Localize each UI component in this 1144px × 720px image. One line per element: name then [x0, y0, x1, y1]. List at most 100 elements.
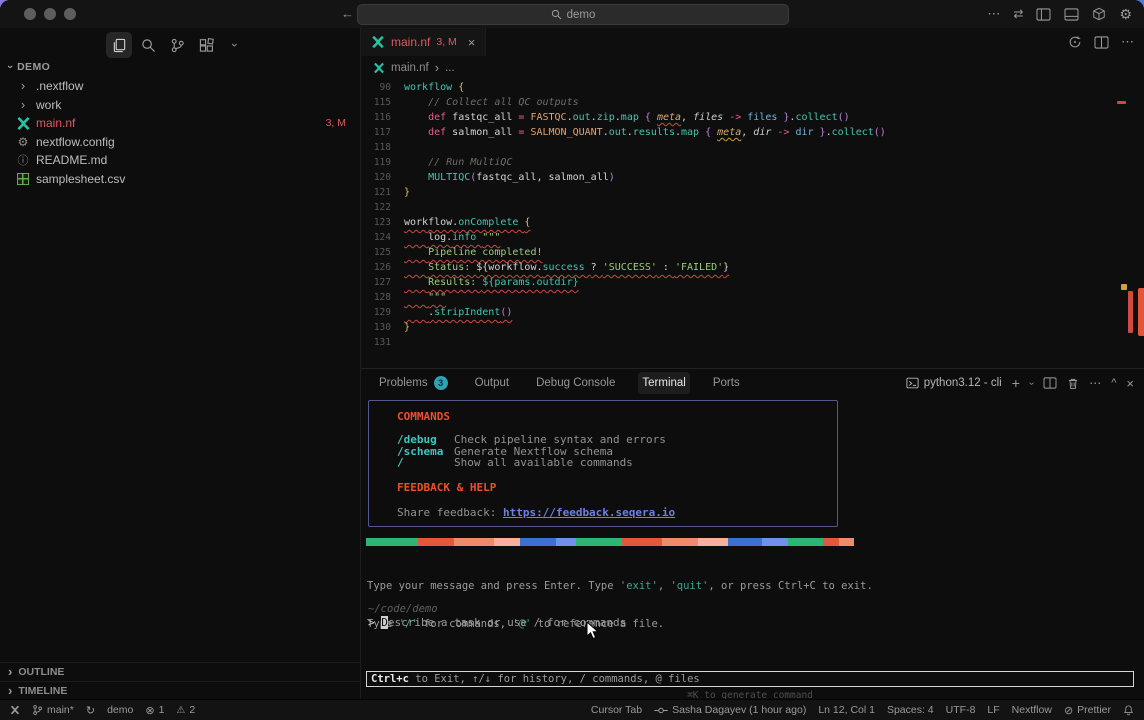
feedback-link[interactable]: https://feedback.seqera.io	[503, 506, 675, 519]
nfx-mono-icon	[10, 705, 20, 715]
extensions-icon[interactable]	[193, 32, 219, 58]
status-main[interactable]: main*	[32, 704, 74, 716]
line-number: 123	[361, 215, 404, 230]
modified-badge: 3, M	[326, 117, 346, 129]
commands-heading: COMMANDS	[397, 410, 837, 423]
breadcrumb-tail: ...	[445, 62, 455, 74]
new-terminal-icon[interactable]: +	[1012, 375, 1020, 391]
line-number: 119	[361, 155, 404, 170]
overview-error-bar	[1128, 291, 1133, 333]
explorer-item-samplesheet-csv[interactable]: samplesheet.csv	[0, 170, 360, 189]
status-demo[interactable]: demo	[107, 704, 133, 716]
tab-main-nf[interactable]: main.nf 3, M ×	[361, 28, 486, 56]
explorer-item-nextflow-config[interactable]: ⚙nextflow.config	[0, 133, 360, 152]
settings-gear-icon[interactable]: ⚙	[1119, 6, 1132, 23]
cube-icon[interactable]	[1092, 7, 1106, 21]
colorbar-segment	[823, 538, 839, 546]
minimize-window-button[interactable]	[44, 8, 56, 20]
status-2[interactable]: ⚠2	[176, 704, 195, 716]
current-directory: ~/code/demo	[368, 603, 438, 615]
panel-tab-terminal[interactable]: Terminal	[638, 372, 689, 394]
panel-tab-debug-console[interactable]: Debug Console	[532, 372, 619, 394]
more-actions-icon[interactable]: ⋯	[1089, 376, 1101, 390]
overview-warning-mark	[1121, 284, 1127, 290]
info-icon: ⓘ	[14, 152, 32, 168]
code-line-131: 131	[361, 335, 1144, 350]
more-actions-icon[interactable]: ⋯	[1121, 34, 1134, 50]
explorer-icon[interactable]	[106, 32, 132, 58]
sidebar: › › DEMO ›.nextflow›workmain.nf3, M⚙next…	[0, 28, 361, 700]
status-nfx-mono[interactable]	[10, 705, 20, 715]
line-number: 124	[361, 230, 404, 245]
line-number: 117	[361, 125, 404, 140]
line-number: 116	[361, 110, 404, 125]
status-1[interactable]: ⊗1	[145, 704, 164, 717]
close-panel-icon[interactable]: ×	[1126, 376, 1134, 391]
chevron-right-icon: ›	[8, 686, 12, 696]
explorer-item-main-nf[interactable]: main.nf3, M	[0, 114, 360, 133]
colorbar-segment	[418, 538, 454, 546]
code-editor[interactable]: 90workflow {115 // Collect all QC output…	[361, 80, 1144, 368]
panel-tab-problems[interactable]: Problems3	[375, 372, 452, 394]
kill-terminal-icon[interactable]	[1067, 377, 1079, 390]
toggle-panel-icon[interactable]	[1064, 8, 1079, 21]
status-cursor-tab[interactable]: Cursor Tab	[591, 704, 642, 716]
status-utf-8[interactable]: UTF-8	[946, 704, 976, 716]
line-number: 129	[361, 305, 404, 320]
toggle-sidebar-icon[interactable]	[1036, 8, 1051, 21]
sync-arrows-icon[interactable]: ⇄	[1013, 7, 1023, 21]
breadcrumb[interactable]: main.nf › ...	[361, 56, 455, 80]
status-sasha-dagayev-1-hour-ago[interactable]: Sasha Dagayev (1 hour ago)	[654, 704, 806, 716]
status-nextflow[interactable]: Nextflow	[1012, 704, 1052, 716]
run-interactive-icon[interactable]	[1068, 35, 1082, 49]
terminal-dropdown-icon[interactable]: ›	[1026, 381, 1037, 384]
hint-line-1: Type your message and press Enter. Type …	[367, 580, 873, 593]
status-bell[interactable]	[1123, 704, 1134, 716]
prettier-icon: ⊘	[1064, 704, 1073, 717]
bottom-panel: Problems3 Output Debug Console Terminal Port…	[361, 368, 1144, 700]
status-bar: main* ↻ demo ⊗1 ⚠2 Cursor Tab Sasha Dagayev (…	[0, 699, 1144, 720]
terminal-selector[interactable]: python3.12 - cli	[906, 377, 1002, 389]
chevron-down-icon[interactable]: ›	[222, 32, 248, 58]
colorbar-segment	[762, 538, 788, 546]
search-panel-icon[interactable]	[135, 32, 161, 58]
status-spaces-4[interactable]: Spaces: 4	[887, 704, 934, 716]
titlebar: ← demo ⋯ ⇄ ⚙	[0, 0, 1144, 29]
command-list: /debugCheck pipeline syntax and errors/s…	[397, 434, 837, 469]
terminal-icon	[906, 377, 919, 389]
outline-section[interactable]: ›OUTLINE	[0, 662, 360, 681]
explorer-item-readme-md[interactable]: ⓘREADME.md	[0, 151, 360, 170]
more-actions-icon[interactable]: ⋯	[987, 6, 1000, 22]
colorbar-segment	[520, 538, 556, 546]
colorbar-segment	[698, 538, 728, 546]
timeline-section[interactable]: ›TIMELINE	[0, 681, 360, 700]
feedback-row: Share feedback: https://feedback.seqera.…	[397, 506, 837, 519]
code-line-119: 119 // Run MultiQC	[361, 155, 1144, 170]
maximize-panel-icon[interactable]: ^	[1111, 377, 1116, 389]
warning-icon: ⚠	[176, 705, 185, 716]
terminal-hints: Type your message and press Enter. Type …	[367, 555, 873, 655]
maximize-window-button[interactable]	[64, 8, 76, 20]
command-center-search[interactable]: demo	[357, 4, 789, 25]
status-lf[interactable]: LF	[987, 704, 999, 716]
status-ln-12-col-1[interactable]: Ln 12, Col 1	[818, 704, 875, 716]
code-line-117: 117 def salmon_all = SALMON_QUANT.out.re…	[361, 125, 1144, 140]
nextflow-icon	[371, 35, 385, 49]
back-button[interactable]: ←	[341, 6, 354, 21]
code-line-123: 123workflow.onComplete {	[361, 215, 1144, 230]
explorer-item-nextflow[interactable]: ›.nextflow	[0, 77, 360, 96]
search-icon	[551, 9, 562, 20]
panel-tab-ports[interactable]: Ports	[709, 372, 744, 394]
source-control-icon[interactable]	[164, 32, 190, 58]
split-terminal-icon[interactable]	[1043, 377, 1057, 389]
status-prettier[interactable]: ⊘Prettier	[1064, 704, 1111, 717]
split-editor-icon[interactable]	[1094, 36, 1109, 49]
error-icon: ⊗	[145, 704, 154, 717]
colorbar-segment	[622, 538, 662, 546]
panel-tab-output[interactable]: Output	[471, 372, 514, 394]
explorer-section-header[interactable]: › DEMO	[8, 61, 50, 73]
close-tab-icon[interactable]: ×	[468, 35, 476, 50]
status-sync[interactable]: ↻	[86, 704, 95, 717]
close-window-button[interactable]	[24, 8, 36, 20]
explorer-item-work[interactable]: ›work	[0, 96, 360, 115]
